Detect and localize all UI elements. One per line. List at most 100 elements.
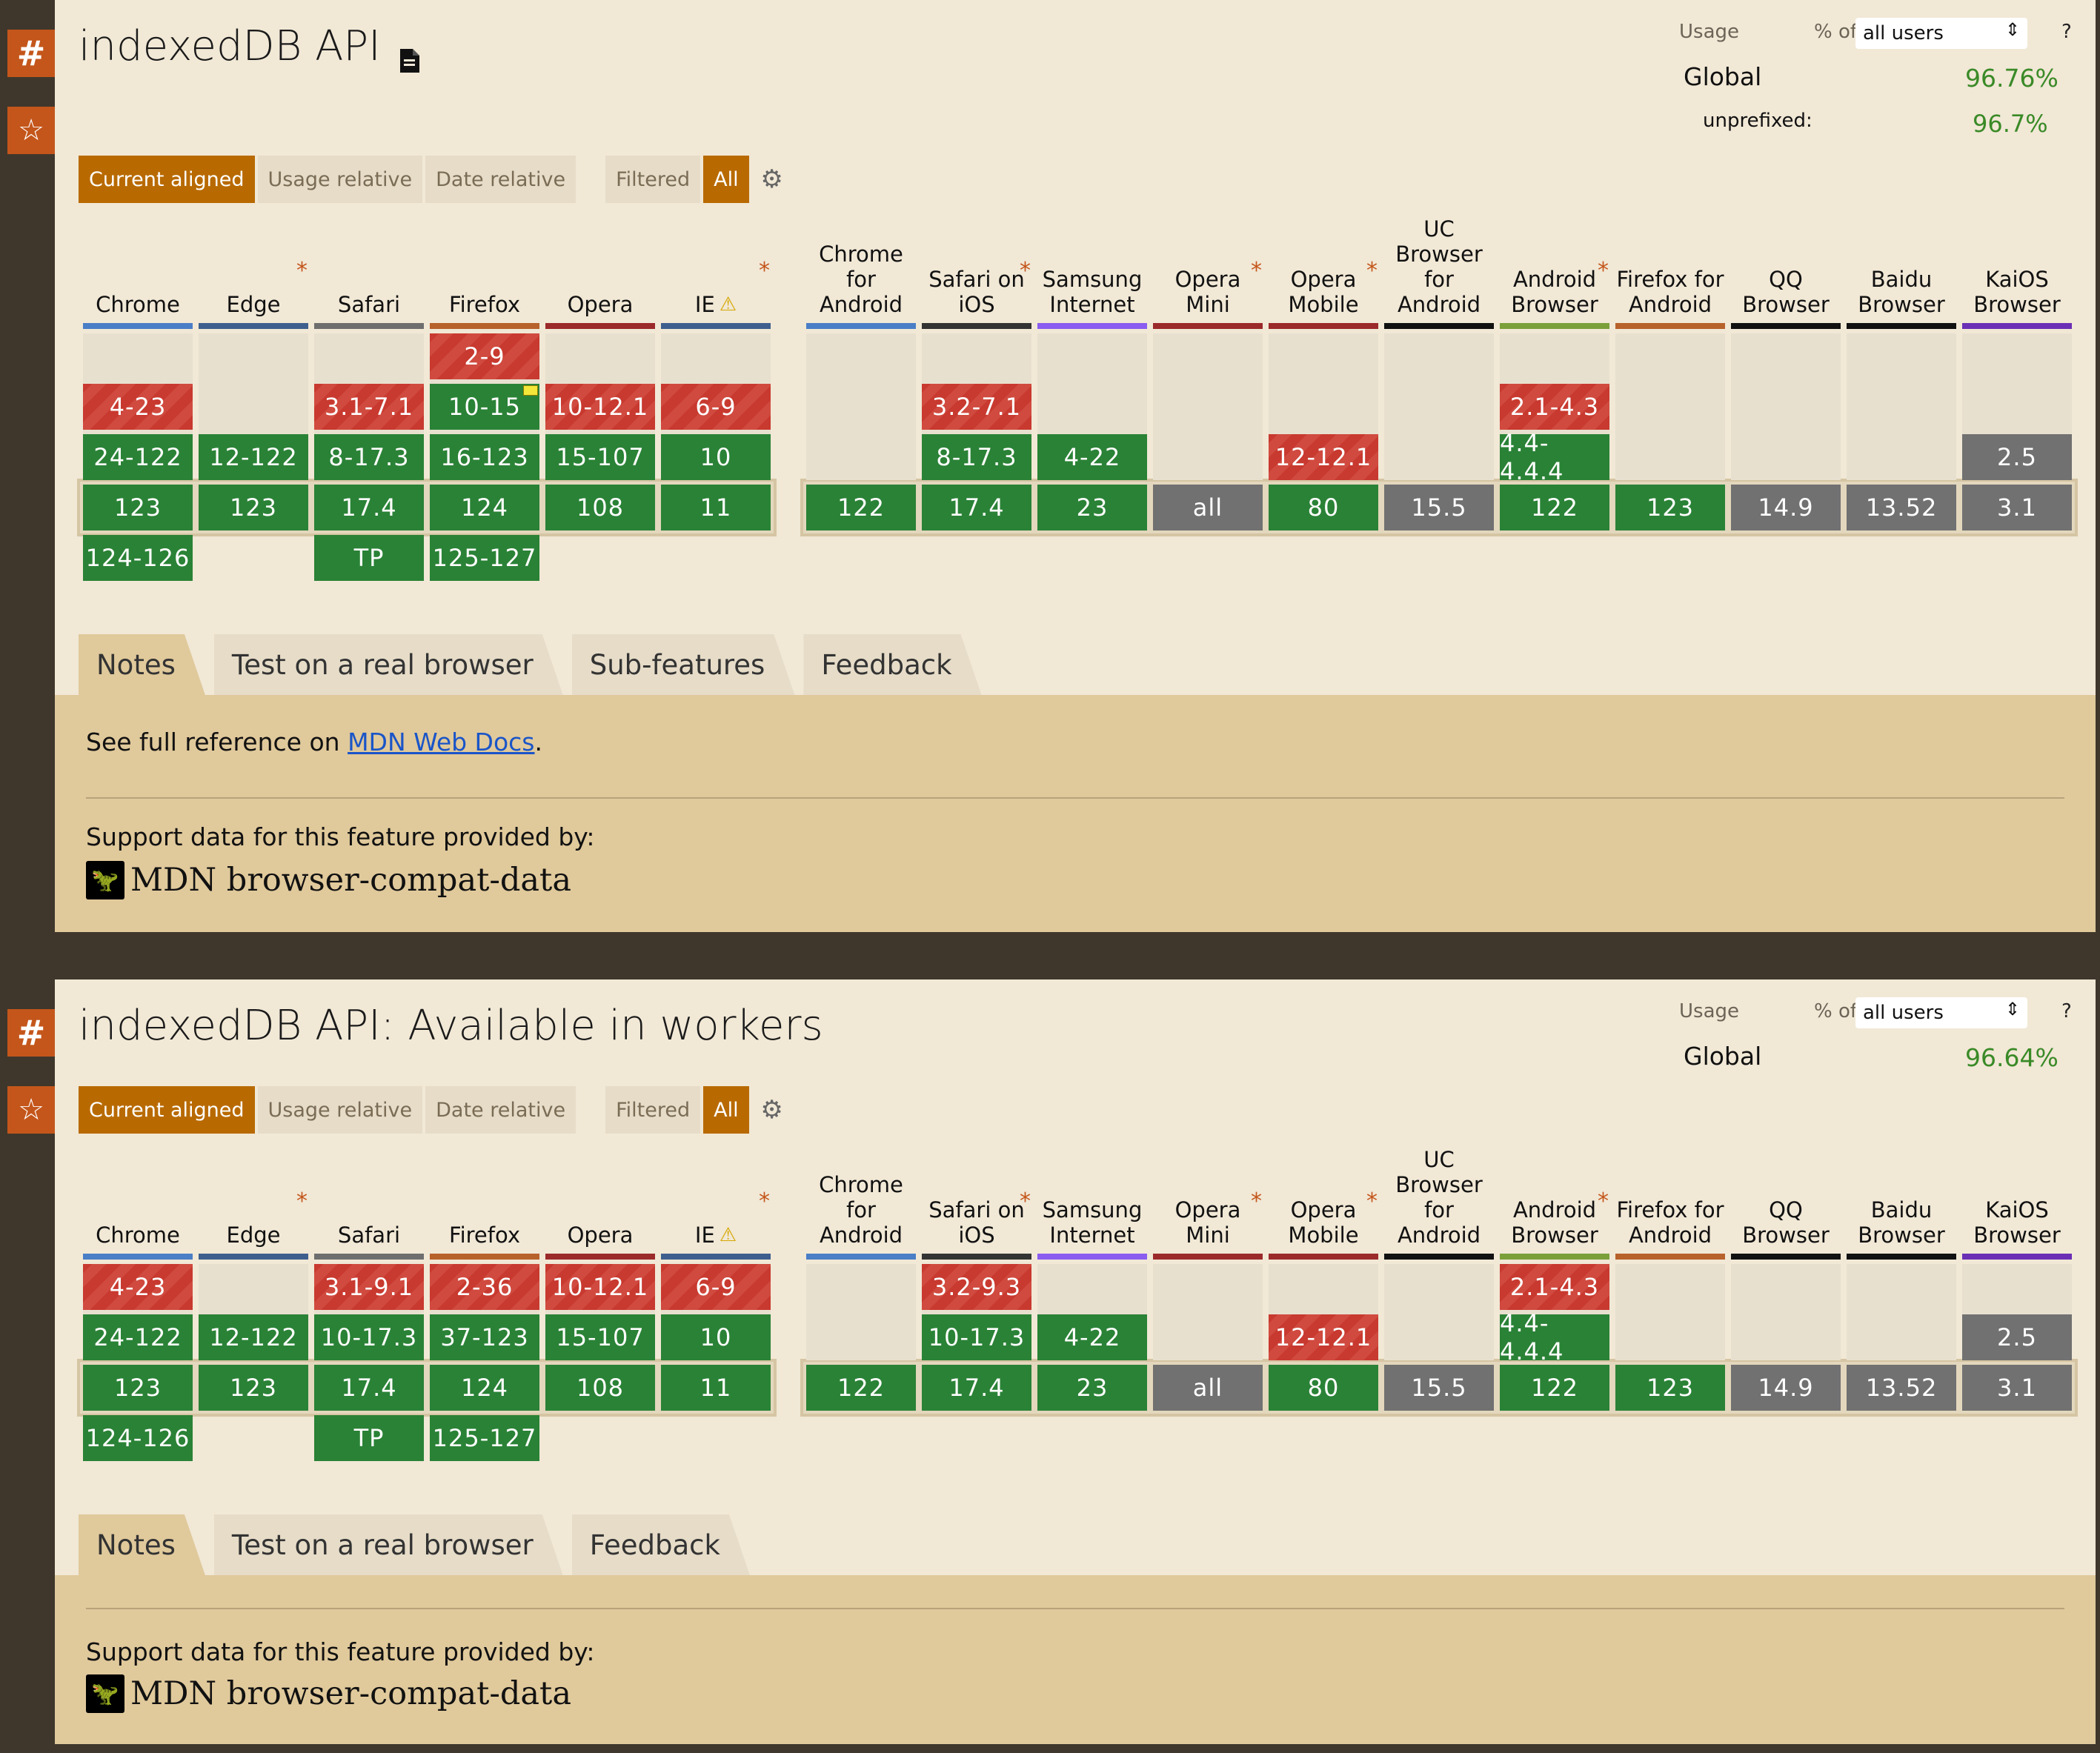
mdn-web-docs-link[interactable]: MDN Web Docs [348,728,534,756]
support-cell-firefox[interactable]: 2-36 [430,1264,539,1310]
user-scope-select[interactable]: all users ⇕ [1855,997,2027,1028]
gear-icon[interactable]: ⚙ [752,156,792,203]
support-cell-ie[interactable]: 6-9 [661,384,771,430]
tab-notes[interactable]: Notes [79,1514,205,1575]
support-cell-opera-mini[interactable]: all [1153,485,1263,530]
tab-test-real-browser[interactable]: Test on a real browser [214,634,563,695]
support-cell-safari[interactable]: 8-17.3 [314,434,424,480]
support-cell-opera[interactable]: 10-12.1 [545,1264,655,1310]
support-cell-opera-mobile[interactable]: 80 [1269,485,1378,530]
support-cell-safari[interactable]: TP [314,1415,424,1461]
user-scope-select[interactable]: all users ⇕ [1855,18,2027,49]
support-cell-android[interactable]: 2.1-4.3 [1500,384,1609,430]
all-button[interactable]: All [703,156,749,203]
support-cell-edge[interactable]: 12-122 [199,434,308,480]
tab-test-real-browser[interactable]: Test on a real browser [214,1514,563,1575]
help-link[interactable]: ? [2061,1000,2072,1022]
support-cell-edge[interactable]: 12-122 [199,1314,308,1360]
support-cell-safari-ios[interactable]: 8-17.3 [922,434,1031,480]
mdn-bcd-credit[interactable]: 🦖 MDN browser-compat-data [86,1674,571,1713]
support-cell-samsung[interactable]: 23 [1037,485,1147,530]
usage-relative-button[interactable]: Usage relative [257,1086,423,1134]
filtered-button[interactable]: Filtered [605,156,701,203]
support-cell-safari-ios[interactable]: 10-17.3 [922,1314,1031,1360]
support-cell-ie[interactable]: 11 [661,485,771,530]
support-cell-uc[interactable]: 15.5 [1384,1365,1494,1411]
support-cell-chrome-android[interactable]: 122 [806,485,916,530]
support-cell-chrome[interactable]: 24-122 [83,434,193,480]
support-cell-qq[interactable]: 14.9 [1731,485,1841,530]
support-cell-baidu[interactable]: 13.52 [1847,485,1956,530]
support-cell-chrome[interactable]: 124-126 [83,1415,193,1461]
support-cell-opera-mobile[interactable]: 80 [1269,1365,1378,1411]
help-link[interactable]: ? [2061,21,2072,43]
document-icon[interactable] [399,35,419,73]
tab-feedback[interactable]: Feedback [803,634,981,695]
support-cell-safari[interactable]: TP [314,535,424,581]
date-relative-button[interactable]: Date relative [425,1086,576,1134]
tab-notes[interactable]: Notes [79,634,205,695]
support-cell-ie[interactable]: 10 [661,1314,771,1360]
support-cell-chrome[interactable]: 124-126 [83,535,193,581]
support-cell-edge[interactable]: 123 [199,485,308,530]
usage-relative-button[interactable]: Usage relative [257,156,423,203]
support-cell-chrome[interactable]: 123 [83,485,193,530]
support-cell-android[interactable]: 122 [1500,485,1609,530]
support-cell-kaios[interactable]: 2.5 [1962,1314,2072,1360]
gear-icon[interactable]: ⚙ [752,1086,792,1134]
support-cell-baidu[interactable]: 13.52 [1847,1365,1956,1411]
support-cell-opera-mini[interactable]: all [1153,1365,1263,1411]
support-cell-ie[interactable]: 6-9 [661,1264,771,1310]
support-cell-qq[interactable]: 14.9 [1731,1365,1841,1411]
mdn-bcd-credit[interactable]: 🦖 MDN browser-compat-data [86,861,571,899]
support-cell-ie[interactable]: 11 [661,1365,771,1411]
permalink-hash-button[interactable]: # [7,30,55,77]
support-cell-safari-ios[interactable]: 3.2-9.3 [922,1264,1031,1310]
tab-sub-features[interactable]: Sub-features [572,634,795,695]
support-cell-firefox[interactable]: 16-123 [430,434,539,480]
support-cell-firefox[interactable]: 125-127 [430,1415,539,1461]
support-cell-safari-ios[interactable]: 17.4 [922,1365,1031,1411]
support-cell-kaios[interactable]: 3.1 [1962,1365,2072,1411]
support-cell-firefox-android[interactable]: 123 [1615,485,1725,530]
support-cell-opera[interactable]: 108 [545,1365,655,1411]
support-cell-android[interactable]: 122 [1500,1365,1609,1411]
permalink-hash-button[interactable]: # [7,1009,55,1057]
date-relative-button[interactable]: Date relative [425,156,576,203]
filtered-button[interactable]: Filtered [605,1086,701,1134]
support-cell-firefox[interactable]: 124 [430,1365,539,1411]
support-cell-opera-mobile[interactable]: 12-12.1 [1269,1314,1378,1360]
support-cell-chrome[interactable]: 24-122 [83,1314,193,1360]
support-cell-safari[interactable]: 3.1-7.1 [314,384,424,430]
support-cell-opera[interactable]: 108 [545,485,655,530]
support-cell-opera[interactable]: 15-107 [545,434,655,480]
star-icon[interactable]: ☆ [7,107,55,154]
current-aligned-button[interactable]: Current aligned [79,1086,255,1134]
current-aligned-button[interactable]: Current aligned [79,156,255,203]
support-cell-android[interactable]: 2.1-4.3 [1500,1264,1609,1310]
support-cell-opera-mobile[interactable]: 12-12.1 [1269,434,1378,480]
tab-feedback[interactable]: Feedback [572,1514,750,1575]
support-cell-uc[interactable]: 15.5 [1384,485,1494,530]
support-cell-kaios[interactable]: 3.1 [1962,485,2072,530]
support-cell-safari[interactable]: 3.1-9.1 [314,1264,424,1310]
support-cell-kaios[interactable]: 2.5 [1962,434,2072,480]
all-button[interactable]: All [703,1086,749,1134]
support-cell-opera[interactable]: 15-107 [545,1314,655,1360]
support-cell-safari[interactable]: 17.4 [314,485,424,530]
support-cell-ie[interactable]: 10 [661,434,771,480]
support-cell-chrome[interactable]: 4-23 [83,384,193,430]
support-cell-samsung[interactable]: 4-22 [1037,434,1147,480]
support-cell-firefox[interactable]: 10-15 [430,384,539,430]
support-cell-firefox[interactable]: 37-123 [430,1314,539,1360]
support-cell-android[interactable]: 4.4-4.4.4 [1500,1309,1609,1366]
support-cell-chrome[interactable]: 4-23 [83,1264,193,1310]
support-cell-safari[interactable]: 17.4 [314,1365,424,1411]
support-cell-firefox[interactable]: 125-127 [430,535,539,581]
support-cell-safari[interactable]: 10-17.3 [314,1314,424,1360]
support-cell-android[interactable]: 4.4-4.4.4 [1500,429,1609,485]
support-cell-firefox-android[interactable]: 123 [1615,1365,1725,1411]
support-cell-samsung[interactable]: 4-22 [1037,1314,1147,1360]
star-icon[interactable]: ☆ [7,1086,55,1134]
support-cell-opera[interactable]: 10-12.1 [545,384,655,430]
